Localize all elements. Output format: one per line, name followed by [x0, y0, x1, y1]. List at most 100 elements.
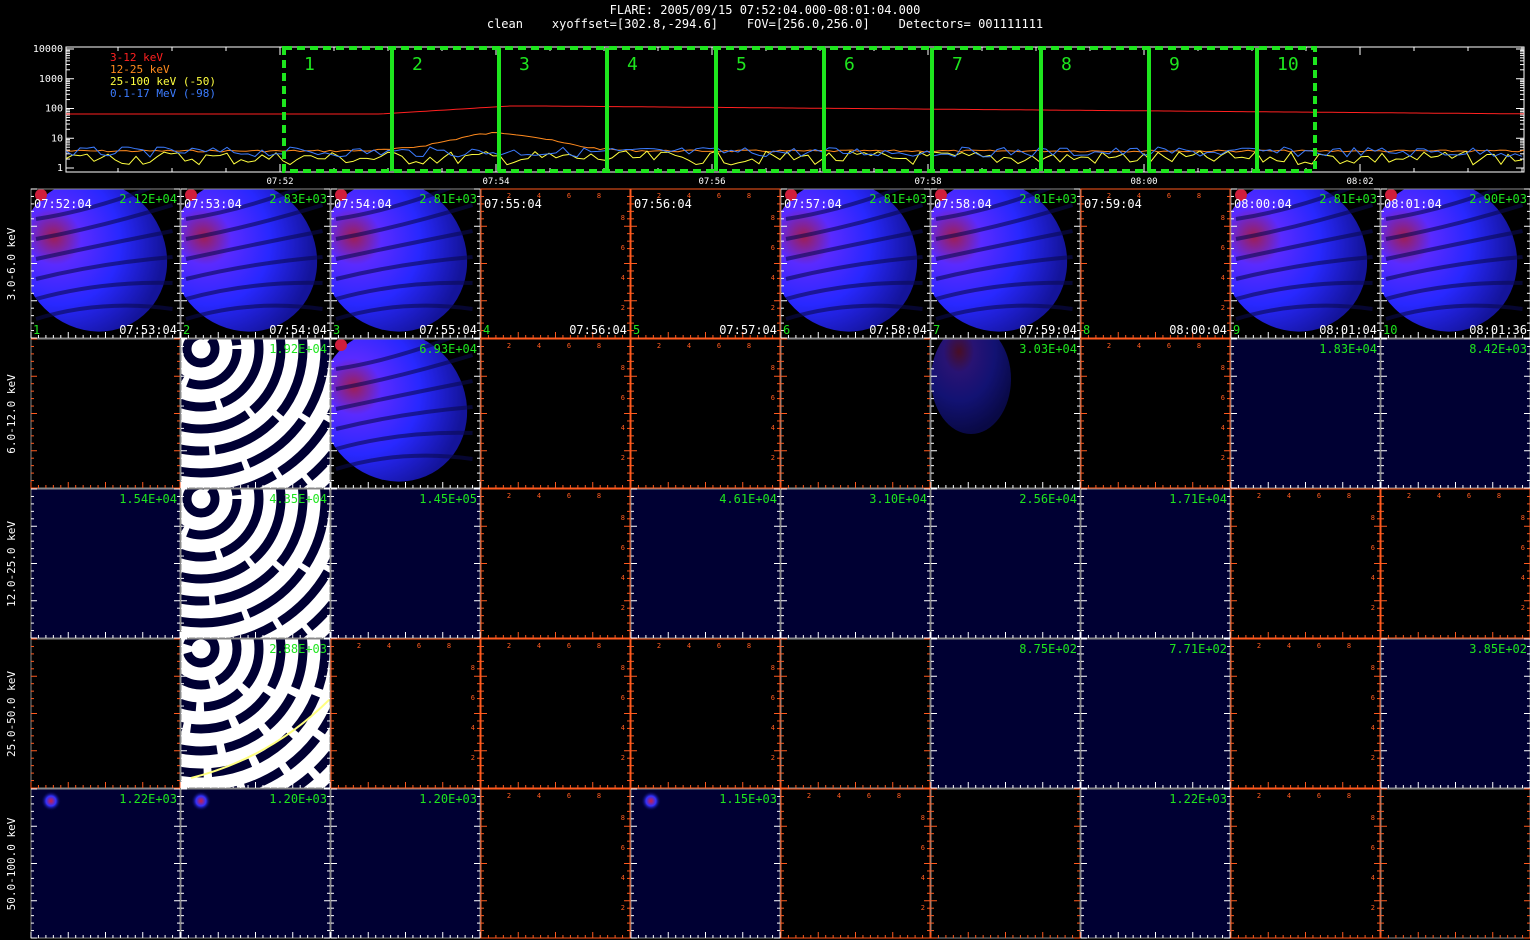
panel-max-value: 8.42E+03	[1469, 342, 1527, 356]
peak-spot	[1235, 189, 1247, 201]
peak-spot	[785, 189, 797, 201]
image-background	[181, 189, 330, 338]
panel-tick-label: 4	[1287, 492, 1291, 500]
image-background	[1381, 189, 1530, 338]
panel-tick-label: 2	[1521, 604, 1525, 612]
panel-frame	[1230, 338, 1381, 489]
image-background	[781, 189, 930, 338]
panel-tick-label: 2	[657, 642, 661, 650]
panel-border	[330, 788, 481, 939]
panel-tick-label: 8	[897, 792, 901, 800]
panel-tick-label: 8	[1221, 214, 1225, 222]
fringe	[185, 203, 324, 241]
ring-band	[227, 407, 330, 488]
panel-tick-label: 8	[1371, 514, 1375, 522]
ring-background	[181, 339, 330, 488]
panel-frame	[1380, 188, 1530, 339]
image-background	[331, 789, 480, 938]
ring-band	[287, 449, 330, 488]
panel-max-value: 4.61E+04	[719, 492, 777, 506]
fringe	[935, 280, 1073, 301]
panel-border	[30, 338, 181, 489]
y-tick-label: 100	[45, 104, 63, 115]
ring-band	[181, 639, 330, 778]
energy-band-label: 6.0-12.0 keV	[5, 374, 18, 454]
ring-band	[181, 339, 264, 412]
fringe	[185, 280, 323, 301]
image-background	[931, 189, 1080, 338]
panel-tick-label: 4	[771, 274, 775, 282]
ring-band	[227, 707, 330, 788]
ring-band	[181, 489, 242, 540]
panel-frame: 2 2 4 4 6 6 8 8	[1230, 788, 1381, 939]
emission-blob	[931, 339, 1011, 434]
panel-tick-label: 2	[471, 754, 475, 762]
fringe	[335, 353, 474, 391]
panel-tick-label: 2	[621, 304, 625, 312]
panel-border	[1380, 338, 1530, 489]
panel-border	[30, 638, 181, 789]
panel-tick-label: 2	[1371, 754, 1375, 762]
panel-border	[1230, 338, 1381, 489]
panel-index: 7	[933, 323, 940, 337]
panel-frame	[330, 338, 481, 489]
panel-border	[780, 638, 931, 789]
panel-tick-label: 6	[1317, 642, 1321, 650]
fringe	[1385, 303, 1523, 321]
panel-tick-label: 4	[1437, 492, 1441, 500]
panel-tick-label: 6	[471, 694, 475, 702]
image-background	[1381, 489, 1530, 638]
image-background	[481, 339, 630, 488]
panel-border	[480, 638, 631, 789]
image-background	[1231, 489, 1380, 638]
ring-band	[182, 489, 220, 518]
panel-border	[1380, 638, 1530, 789]
x-tick-label: 07:56	[698, 177, 725, 187]
panel-tick-label: 8	[1221, 364, 1225, 372]
panel-frame	[330, 488, 481, 639]
panel-border	[30, 188, 181, 339]
panel-border	[180, 788, 331, 939]
fringe	[935, 303, 1073, 321]
panel-tick-label: 2	[1371, 604, 1375, 612]
panel-max-value: 1.54E+04	[119, 492, 177, 506]
panel-frame	[30, 488, 181, 639]
panel-tick-label: 4	[537, 342, 541, 350]
panel-index: 8	[1083, 323, 1090, 337]
x-tick-label: 08:00	[1130, 177, 1157, 187]
panel-border	[180, 338, 331, 489]
panel-frame: 2 2 4 4 6 6 8 8	[630, 338, 781, 489]
image-background	[481, 189, 630, 338]
panel-frame: 2 2 4 4 6 6 8 8	[330, 638, 481, 789]
fringe	[185, 303, 323, 321]
panel-tick-label: 2	[1221, 304, 1225, 312]
panel-start-time: 07:55:04	[484, 197, 542, 211]
panel-frame	[630, 788, 781, 939]
interval-label-2: 2	[412, 54, 423, 75]
panel-tick-label: 8	[621, 664, 625, 672]
interval-label-3: 3	[519, 54, 530, 75]
panel-frame: 2 2 4 4 6 6 8 8	[1230, 488, 1381, 639]
panel-tick-label: 6	[567, 492, 571, 500]
image-background	[1081, 639, 1230, 788]
image-background	[481, 639, 630, 788]
ring-band	[181, 489, 264, 562]
panel-start-time: 07:57:04	[784, 197, 842, 211]
panel-end-time: 07:58:04	[869, 323, 927, 337]
panel-border	[180, 188, 331, 339]
ring-band	[323, 482, 330, 488]
fringe	[1385, 255, 1523, 281]
panel-tick-label: 4	[537, 792, 541, 800]
ring-band	[181, 489, 308, 606]
panel-frame: 2 2 4 4 6 6 8 8	[1230, 638, 1381, 789]
panel-border	[1080, 788, 1231, 939]
ring-background	[181, 489, 330, 638]
panel-max-value: 2.81E+03	[1019, 192, 1077, 206]
panel-frame	[1080, 788, 1231, 939]
image-background	[1381, 639, 1530, 788]
panel-tick-label: 2	[621, 904, 625, 912]
panel-frame	[180, 188, 331, 339]
y-tick-label: 10	[51, 133, 63, 144]
panel-tick-label: 4	[1287, 642, 1291, 650]
panel-tick-label: 6	[567, 642, 571, 650]
